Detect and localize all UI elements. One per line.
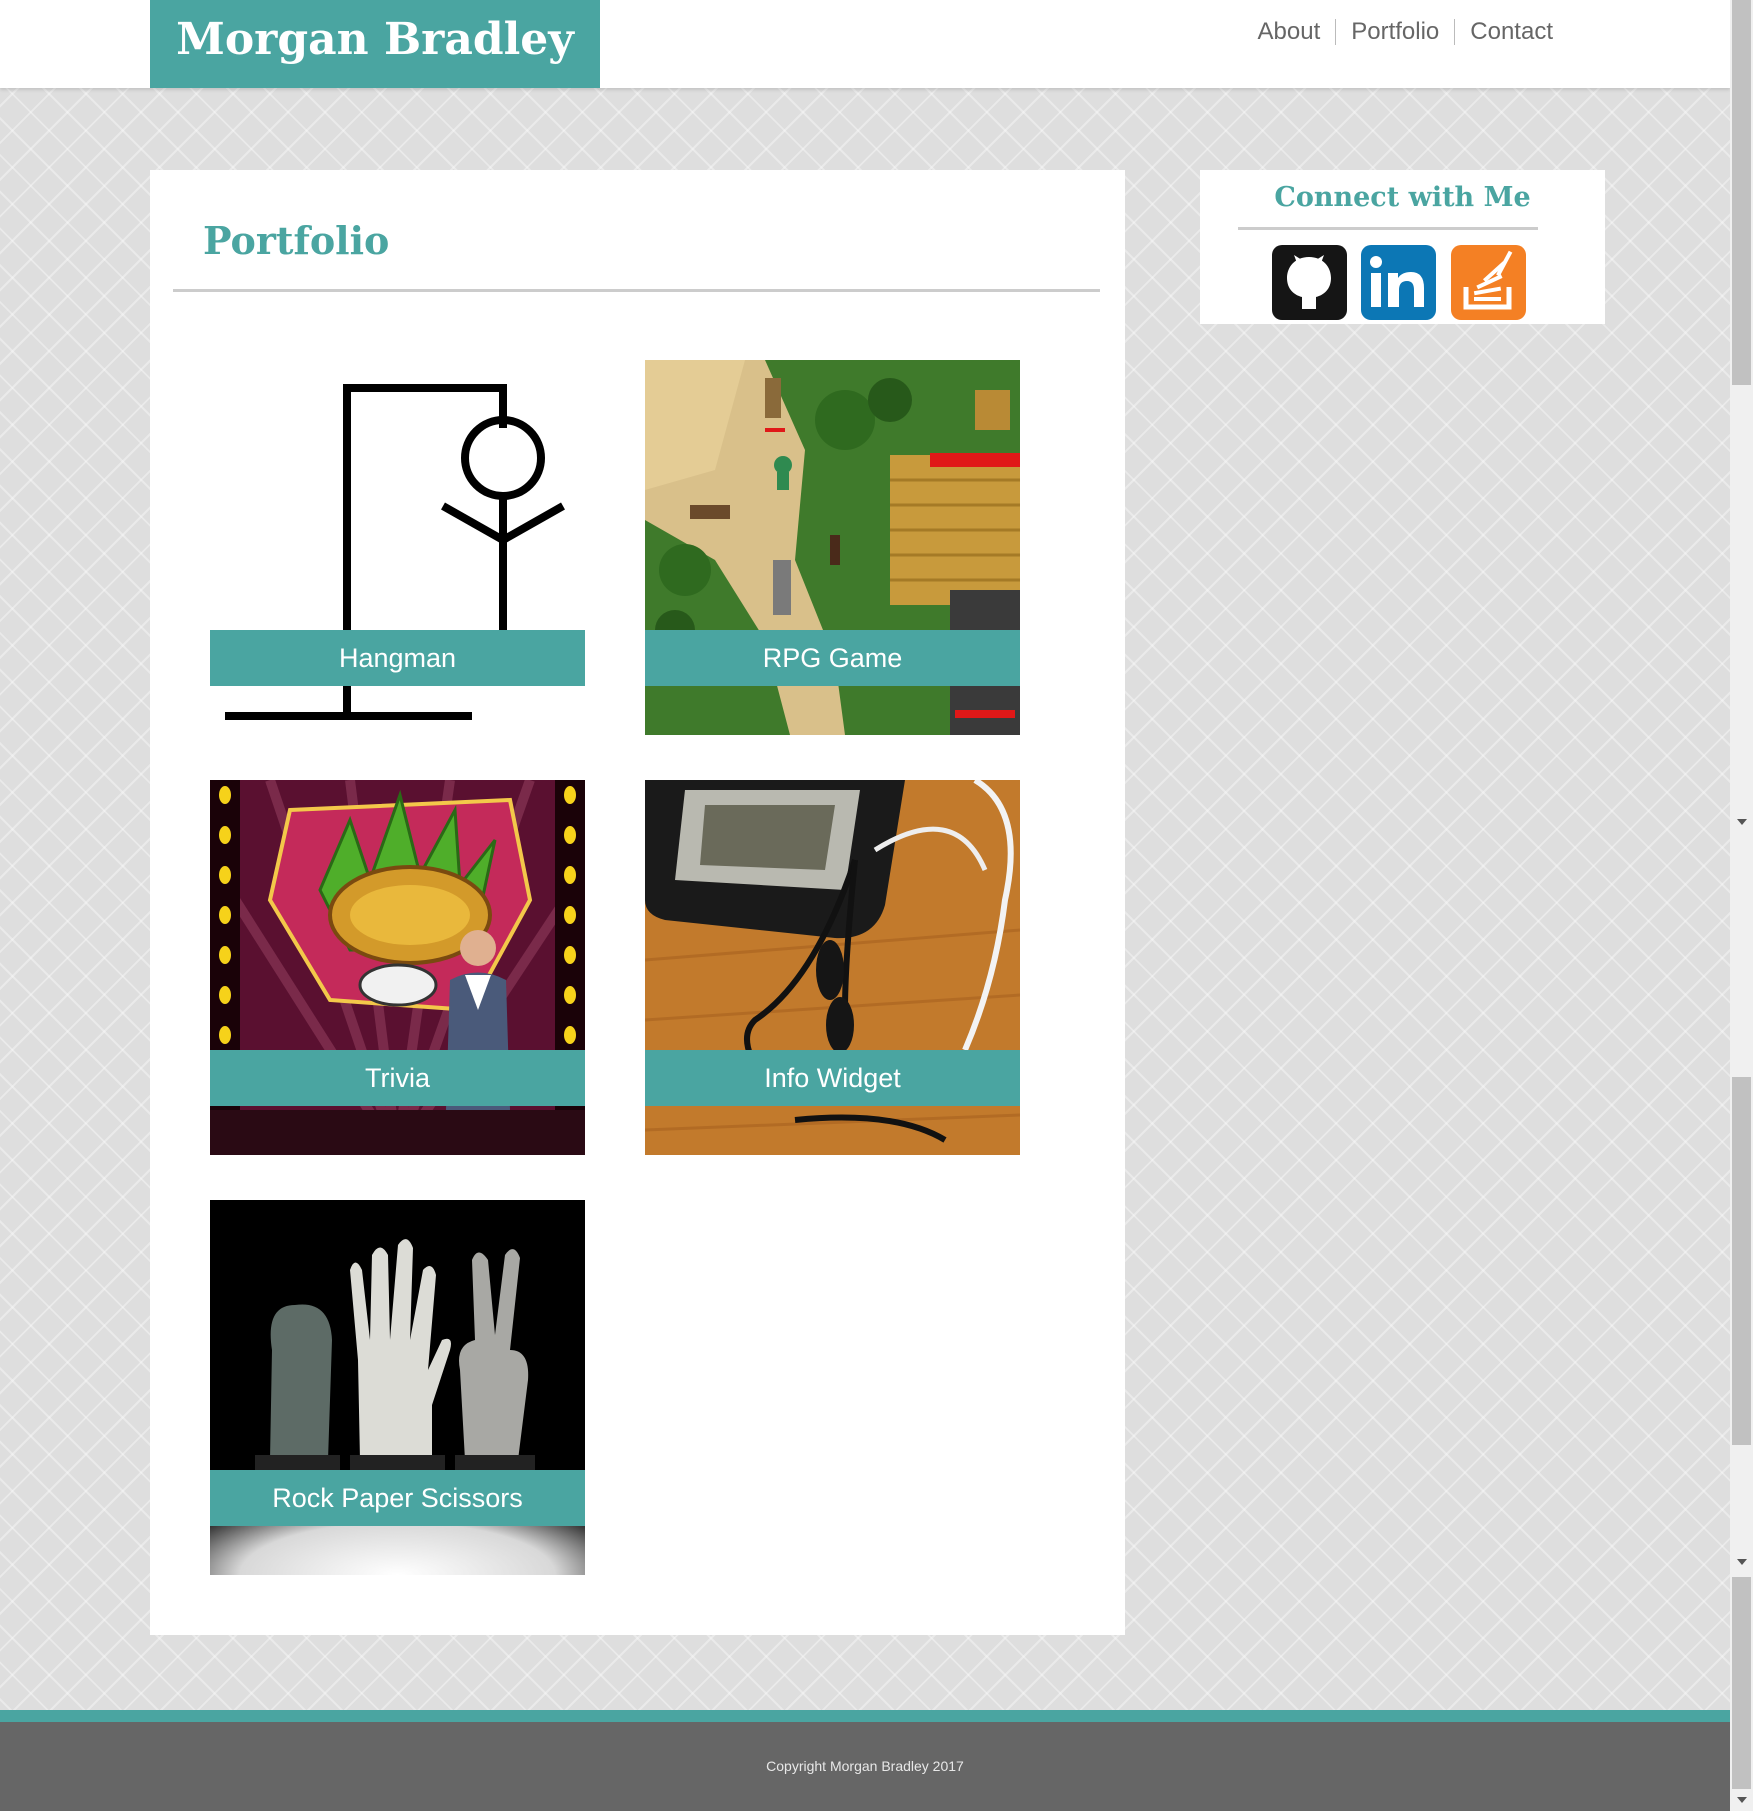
project-title: Rock Paper Scissors	[210, 1470, 585, 1526]
project-tile-rpg-game[interactable]: RPG Game	[645, 360, 1020, 735]
project-title: Hangman	[210, 630, 585, 686]
connect-divider	[1238, 227, 1538, 230]
copyright-text: Copyright Morgan Bradley 2017	[766, 1758, 964, 1774]
linkedin-icon[interactable]	[1361, 245, 1436, 320]
stackoverflow-icon[interactable]	[1451, 245, 1526, 320]
project-tile-trivia[interactable]: Trivia	[210, 780, 585, 1155]
project-title: Trivia	[210, 1050, 585, 1106]
project-title: Info Widget	[645, 1050, 1020, 1106]
connect-title: Connect with Me	[1274, 182, 1531, 213]
github-icon[interactable]	[1272, 245, 1347, 320]
scroll-down-arrow-icon[interactable]	[1737, 1559, 1747, 1565]
main-nav: About Portfolio Contact	[1243, 16, 1568, 48]
project-tile-hangman[interactable]: Hangman	[210, 360, 585, 735]
portfolio-panel: Portfolio Hangman RPG Game Trivia Info W…	[150, 170, 1125, 1635]
scrollbar-thumb[interactable]	[1732, 0, 1751, 385]
nav-link-portfolio[interactable]: Portfolio	[1336, 16, 1454, 48]
scrollbar-thumb[interactable]	[1732, 1577, 1751, 1789]
footer-accent-bar	[0, 1710, 1730, 1722]
project-tile-rock-paper-scissors[interactable]: Rock Paper Scissors	[210, 1200, 585, 1575]
page-title: Portfolio	[203, 218, 390, 263]
vertical-scrollbar[interactable]	[1730, 0, 1753, 1811]
scroll-down-arrow-icon[interactable]	[1737, 819, 1747, 825]
site-title[interactable]: Morgan Bradley	[150, 0, 600, 88]
project-title: RPG Game	[645, 630, 1020, 686]
site-footer: Copyright Morgan Bradley 2017	[0, 1722, 1730, 1811]
title-divider	[173, 289, 1100, 292]
scrollbar-thumb[interactable]	[1732, 1077, 1751, 1445]
page: Morgan Bradley About Portfolio Contact P…	[0, 0, 1730, 1811]
project-tile-info-widget[interactable]: Info Widget	[645, 780, 1020, 1155]
site-header: Morgan Bradley About Portfolio Contact	[0, 0, 1730, 88]
scroll-down-arrow-icon[interactable]	[1737, 1797, 1747, 1803]
nav-link-about[interactable]: About	[1243, 16, 1336, 48]
connect-panel: Connect with Me	[1200, 170, 1605, 324]
nav-link-contact[interactable]: Contact	[1455, 16, 1568, 48]
